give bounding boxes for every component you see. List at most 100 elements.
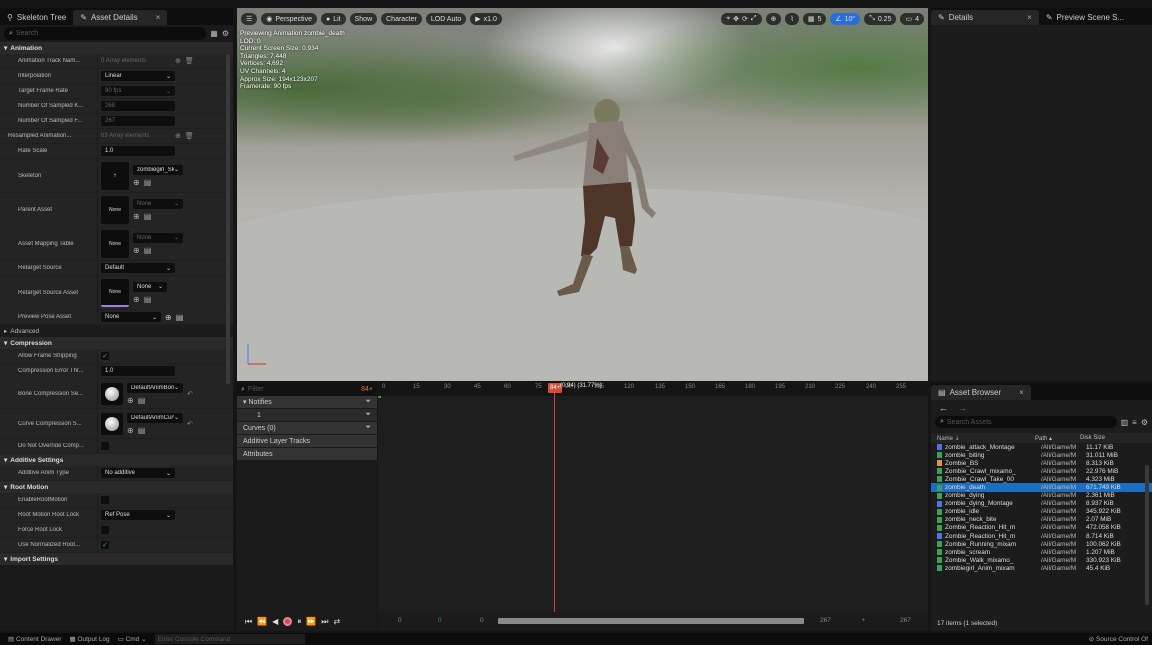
asset-row[interactable]: Zombie_Running_mixam/All/Game/M 100.062 K… — [931, 540, 1152, 548]
tab-asset-browser[interactable]: ▤ Asset Browser × — [931, 385, 1031, 400]
interpolation-dropdown[interactable]: Linear ⌄ — [101, 71, 175, 81]
record-button[interactable] — [283, 617, 293, 626]
close-icon[interactable]: × — [1027, 13, 1032, 22]
playhead-line[interactable] — [554, 383, 555, 613]
do-not-override-checkbox[interactable] — [101, 442, 109, 450]
asset-row[interactable]: Zombie_Walk_mixamo_ /All/Game/M 330.923 Ki… — [931, 556, 1152, 564]
grid-snap-button[interactable]: ▦ 5 — [802, 13, 827, 25]
browse-icon[interactable]: ⊕ — [133, 212, 140, 221]
skeleton-thumbnail[interactable]: ✝ — [101, 161, 129, 190]
folder-icon[interactable]: ▤ — [144, 295, 152, 304]
world-local-button[interactable]: ⊕ — [765, 13, 782, 25]
output-log-button[interactable]: ▦ Output Log — [69, 635, 109, 643]
close-icon[interactable]: × — [1019, 388, 1024, 397]
surface-snap-button[interactable]: ⌇ — [785, 13, 799, 25]
asset-row[interactable]: Zombie_Reaction_Hit_m/All/Game/M 472.058 … — [931, 524, 1152, 532]
tab-details[interactable]: ✎ Details × — [931, 10, 1039, 25]
folder-icon[interactable]: ▤ — [138, 426, 146, 435]
back-arrow-icon[interactable]: ← — [939, 403, 948, 413]
source-control-button[interactable]: ⊘ Source Control Of — [1089, 635, 1148, 643]
add-icon[interactable]: ⊕ — [175, 132, 181, 140]
trash-icon[interactable]: 🗑 — [185, 132, 194, 140]
track-notify-1[interactable]: 1 ⏷ — [237, 409, 377, 422]
forward-arrow-icon[interactable]: → — [958, 403, 967, 413]
rate-scale-field[interactable]: 1.0 — [101, 146, 175, 156]
enable-root-motion-checkbox[interactable] — [101, 496, 109, 504]
browse-icon[interactable]: ⊕ — [127, 426, 134, 435]
loop-icon[interactable]: ⇄ — [334, 617, 341, 626]
normalized-root-checkbox[interactable]: ✓ — [101, 541, 109, 549]
folder-icon[interactable]: ▤ — [144, 178, 152, 187]
retarget-asset-dropdown[interactable]: None ⌄ — [133, 281, 167, 292]
camera-speed-button[interactable]: ▭ 4 — [900, 13, 924, 25]
section-additive[interactable]: ▾ Additive Settings — [0, 454, 233, 466]
force-root-lock-checkbox[interactable] — [101, 526, 109, 534]
filter-icon[interactable]: ≡ — [1132, 418, 1137, 427]
close-icon[interactable]: × — [156, 13, 161, 22]
skip-to-end-icon[interactable]: ⏭ — [321, 617, 328, 627]
folder-icon[interactable]: ▤ — [144, 246, 152, 255]
gear-icon[interactable]: ⚙ — [222, 29, 229, 38]
browse-icon[interactable]: ⊕ — [133, 295, 140, 304]
track-attributes[interactable]: Attributes — [237, 448, 377, 461]
additive-type-dropdown[interactable]: No additive ⌄ — [101, 468, 175, 478]
asset-row[interactable]: Zombie_Crawl_mixamo_ /All/Game/M 22.976 Mi… — [931, 467, 1152, 475]
skip-to-start-icon[interactable]: ⏮ — [245, 617, 252, 627]
folder-icon[interactable]: ▤ — [176, 313, 184, 322]
asset-row[interactable]: zombie_biting/All/Game/M 31.011 MiB — [931, 451, 1152, 459]
transform-tools[interactable]: ⌖ ✥ ⟳ ⤢ — [721, 13, 762, 25]
character-button[interactable]: Character — [381, 13, 422, 25]
section-import-settings[interactable]: ▾ Import Settings — [0, 553, 233, 565]
library-icon[interactable]: ▥ — [1121, 418, 1129, 427]
viewport-menu-button[interactable]: ☰ — [241, 13, 258, 25]
retarget-source-dropdown[interactable]: Default ⌄ — [101, 263, 175, 273]
playback-speed-button[interactable]: ▶ x1.0 — [470, 13, 502, 25]
asset-row[interactable]: Zombie_BS/All/Game/M 8.313 KiB — [931, 459, 1152, 467]
asset-list-scrollbar[interactable] — [1145, 465, 1149, 605]
step-back-icon[interactable]: ⏪ — [257, 617, 267, 626]
error-threshold-field[interactable]: 1.0 — [101, 366, 175, 376]
asset-row[interactable]: zombie_neck_bite/All/Game/M 2.07 MiB — [931, 516, 1152, 524]
timeline-ruler[interactable]: 0 15 30 45 60 75 90 105 120 135 150 165 … — [378, 383, 928, 396]
preview-viewport[interactable]: ☰ ◉ Perspective ● Lit Show Character LOD A… — [237, 8, 928, 381]
preview-pose-dropdown[interactable]: None ⌄ — [101, 312, 161, 322]
curve-compression-thumbnail[interactable] — [101, 412, 123, 435]
details-scrollbar[interactable] — [226, 54, 230, 384]
tab-asset-details[interactable]: ✎ Asset Details × — [73, 10, 168, 25]
bone-compression-thumbnail[interactable] — [101, 382, 123, 405]
tab-skeleton-tree[interactable]: ⚲ Skeleton Tree — [0, 10, 73, 25]
curve-compression-dropdown[interactable]: DefaultAnimCurv ⌄ — [127, 412, 183, 423]
dropdown-arrow-icon[interactable]: ⏷ — [365, 398, 371, 406]
browse-icon[interactable]: ⊕ — [133, 246, 140, 255]
asset-row[interactable]: Zombie_Crawl_Take_00/All/Game/M 4.323 MiB — [931, 475, 1152, 483]
asset-row[interactable]: zombie_dying_Montage/All/Game/M 8.937 KiB — [931, 500, 1152, 508]
view-range-scrollbar[interactable] — [498, 618, 804, 624]
gear-icon[interactable]: ⚙ — [1141, 418, 1148, 427]
section-compression[interactable]: ▾ Compression — [0, 337, 233, 349]
asset-row[interactable]: zombie_dying/All/Game/M 2.361 MiB — [931, 492, 1152, 500]
mapping-thumbnail[interactable]: None — [101, 229, 129, 258]
browse-icon[interactable]: ⊕ — [165, 313, 172, 322]
folder-icon[interactable]: ▤ — [144, 212, 152, 221]
skeleton-dropdown[interactable]: zombiegirl_Skele⌄ — [133, 164, 183, 175]
asset-row[interactable]: zombie_death/All/Game/M 671.749 KiB — [931, 483, 1152, 492]
section-root-motion[interactable]: ▾ Root Motion — [0, 481, 233, 493]
dropdown-arrow-icon[interactable]: ⏷ — [365, 411, 371, 419]
pause-icon[interactable]: ⏸ — [297, 617, 301, 627]
parent-asset-thumbnail[interactable]: None — [101, 195, 129, 224]
angle-snap-button[interactable]: ∠ 10° — [830, 13, 861, 25]
track-curves[interactable]: Curves (0) ⏷ — [237, 422, 377, 435]
column-name[interactable]: Name ⇣ — [931, 435, 1035, 442]
asset-row[interactable]: zombie_scream/All/Game/M 1.207 MiB — [931, 548, 1152, 556]
asset-search-input[interactable]: ⌕ Search Assets — [935, 416, 1117, 428]
section-animation[interactable]: ▾ Animation — [0, 42, 233, 54]
browse-icon[interactable]: ⊕ — [127, 396, 134, 405]
tab-preview-scene[interactable]: ✎ Preview Scene S... — [1039, 10, 1131, 25]
asset-row[interactable]: zombiegirl_Anim_mixam/All/Game/M 45.4 KiB — [931, 564, 1152, 572]
retarget-asset-thumbnail[interactable]: None — [101, 278, 129, 307]
lit-button[interactable]: ● Lit — [320, 13, 346, 25]
browse-icon[interactable]: ⊕ — [133, 178, 140, 187]
details-search-input[interactable]: ⌕ Search — [4, 27, 207, 40]
section-advanced[interactable]: ▸ Advanced — [0, 325, 233, 337]
timeline-area[interactable]: 0 15 30 45 60 75 90 105 120 135 150 165 … — [378, 383, 928, 631]
